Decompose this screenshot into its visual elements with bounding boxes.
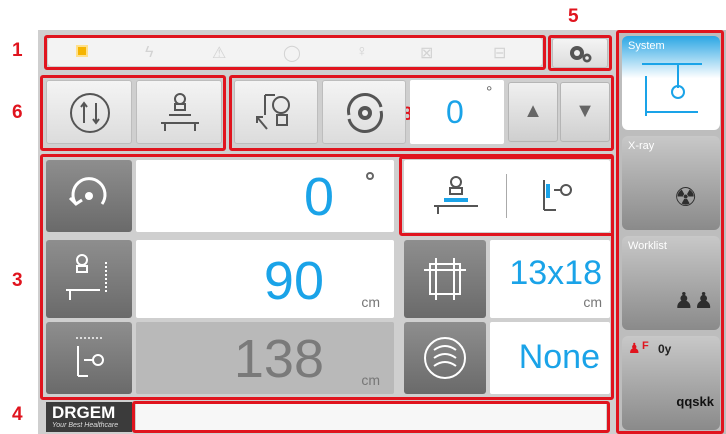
angle-controls-highlight: [229, 75, 614, 151]
collimator-icon: ⊠: [420, 45, 434, 62]
callout-4: 4: [12, 404, 23, 425]
side-tabs-highlight: [616, 30, 724, 434]
callout-6: 5: [568, 6, 579, 27]
ready-indicator-icon: [76, 45, 88, 57]
power-icon: ϟ: [145, 44, 154, 61]
brand-tagline: Your Best Healthcare: [52, 422, 119, 429]
message-bar-highlight: [132, 401, 610, 433]
callout-5: 6: [12, 102, 23, 123]
detector-icon: ⊟: [493, 45, 507, 62]
circle-icon: ◯: [283, 45, 301, 62]
settings-highlight: [548, 35, 612, 71]
callout-3: 3: [12, 270, 23, 291]
brand-logo: DRGEM Your Best Healthcare: [46, 402, 132, 432]
measurements-highlight: [40, 154, 614, 400]
tube-icon: ♀: [356, 43, 368, 60]
warning-icon: ⚠: [212, 45, 227, 62]
brand-name: DRGEM: [52, 403, 116, 422]
mode-buttons-highlight: [40, 75, 226, 151]
callout-1: 1: [12, 40, 23, 61]
